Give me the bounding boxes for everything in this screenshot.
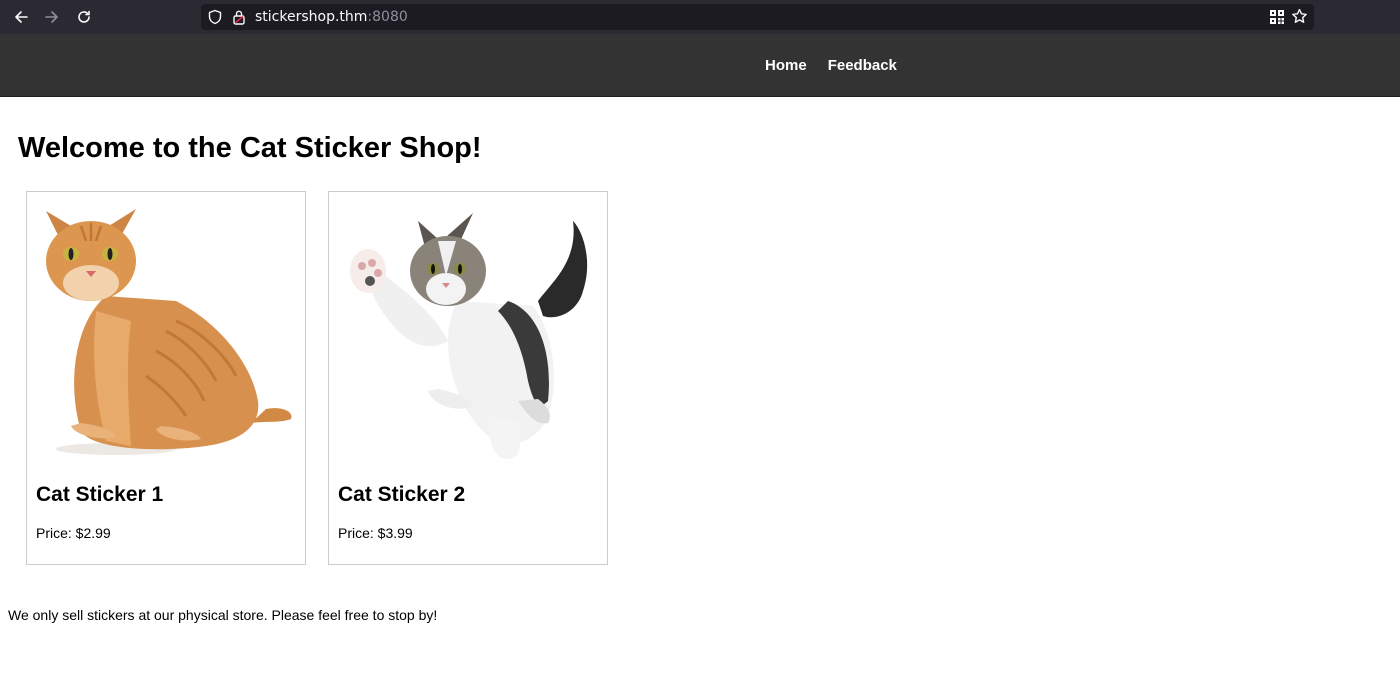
back-arrow-icon[interactable] (8, 5, 34, 29)
url-text[interactable]: stickershop.thm:8080 (255, 9, 408, 25)
bookmark-star-icon[interactable] (1291, 8, 1308, 30)
nav-link-feedback[interactable]: Feedback (828, 57, 897, 75)
orange-tabby-cat-image (36, 201, 296, 463)
page-title: Welcome to the Cat Sticker Shop! (18, 132, 482, 164)
shield-icon[interactable] (207, 9, 223, 30)
browser-toolbar: stickershop.thm:8080 (0, 0, 1400, 34)
qr-code-icon[interactable] (1270, 10, 1284, 29)
address-bar[interactable]: stickershop.thm:8080 (201, 4, 1314, 30)
store-notice: We only sell stickers at our physical st… (8, 607, 438, 623)
product-card: Cat Sticker 2 Price: $3.99 (328, 191, 608, 565)
forward-arrow-icon[interactable] (39, 5, 65, 29)
reload-icon[interactable] (71, 5, 97, 29)
product-name: Cat Sticker 1 (36, 483, 164, 506)
lock-icon[interactable] (232, 9, 246, 30)
product-price: Price: $2.99 (36, 525, 111, 541)
site-header: Home Feedback (0, 34, 1400, 97)
nav-link-home[interactable]: Home (765, 57, 807, 75)
site-nav: Home Feedback (765, 57, 897, 75)
product-name: Cat Sticker 2 (338, 483, 466, 506)
product-price: Price: $3.99 (338, 525, 413, 541)
product-card: Cat Sticker 1 Price: $2.99 (26, 191, 306, 565)
waving-kitten-image (338, 201, 598, 463)
